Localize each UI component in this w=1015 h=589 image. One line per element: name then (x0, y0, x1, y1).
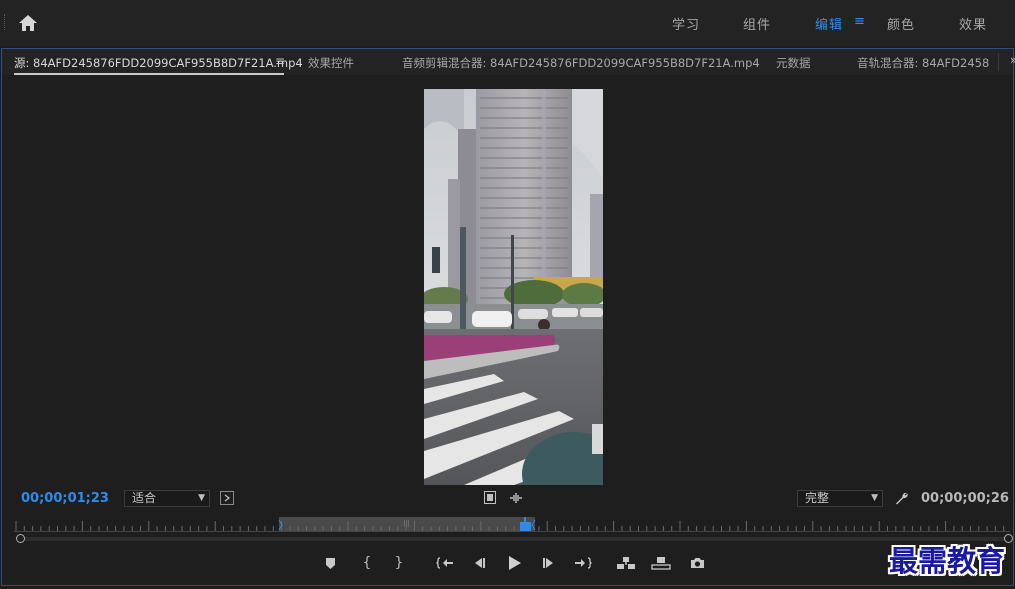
camera-icon (690, 558, 704, 568)
street-scene-image (424, 89, 603, 485)
insert-button[interactable] (615, 554, 637, 572)
fit-dropdown[interactable]: 适合 ▼ (124, 490, 210, 507)
step-back-button[interactable] (470, 555, 488, 571)
go-to-out-button[interactable] (572, 555, 594, 571)
mark-out-button[interactable]: } (391, 554, 407, 572)
zoom-handle-right[interactable] (1004, 534, 1013, 543)
current-timecode[interactable]: 00;00;01;23 (21, 491, 109, 506)
settings-button[interactable] (894, 490, 910, 506)
go-to-in-icon (436, 557, 453, 569)
workspace-learning[interactable]: 学习 (672, 14, 700, 33)
wrench-icon (896, 492, 908, 505)
time-ruler[interactable] (14, 514, 1010, 532)
zoom-handle-left[interactable] (16, 534, 25, 543)
overwrite-button[interactable] (650, 554, 672, 572)
waveform-icon (510, 492, 522, 503)
insert-icon (617, 557, 635, 569)
workspace-assembly[interactable]: 组件 (743, 14, 771, 33)
tab-audio-clip-mixer[interactable]: 音频剪辑混合器: 84AFD245876FDD2099CAF955B8D7F21… (402, 55, 760, 71)
ruler-ticks (15, 514, 1005, 531)
tab-divider (998, 53, 999, 71)
duration-timecode: 00;00;00;26 (921, 491, 1009, 506)
drag-audio-only-button[interactable] (507, 490, 525, 505)
play-button[interactable] (505, 554, 523, 572)
go-to-in-button[interactable] (434, 555, 456, 571)
home-icon (19, 15, 37, 31)
step-back-icon (475, 558, 485, 568)
tab-menu-icon[interactable]: ≡ (275, 54, 285, 68)
step-forward-button[interactable] (540, 555, 558, 571)
resolution-label: 完整 (805, 491, 830, 505)
tab-audio-track-mixer[interactable]: 音轨混合器: 84AFD2458 (857, 55, 989, 71)
drag-handle-icon (224, 494, 230, 502)
drag-video-button[interactable] (220, 491, 234, 505)
mark-in-icon: { (362, 555, 372, 571)
chevron-down-icon: ▼ (198, 493, 205, 503)
add-marker-icon (325, 557, 335, 569)
step-forward-icon (543, 558, 553, 568)
tab-effect-controls[interactable]: 效果控件 (308, 55, 354, 71)
go-to-out-icon (575, 557, 592, 569)
tab-metadata[interactable]: 元数据 (776, 55, 811, 71)
export-frame-button[interactable] (688, 555, 706, 571)
ruler-baseline (14, 531, 1010, 532)
chevron-down-icon: ▼ (871, 493, 878, 503)
home-button[interactable] (10, 8, 46, 38)
video-preview-frame (424, 89, 603, 485)
workspace-color[interactable]: 颜色 (887, 14, 915, 33)
film-icon (484, 491, 496, 504)
tab-source[interactable]: 源: 84AFD245876FDD2099CAF955B8D7F21A.mp4 (14, 55, 303, 71)
overwrite-icon (651, 557, 671, 570)
panel-tab-bar: 源: 84AFD245876FDD2099CAF955B8D7F21A.mp4 … (2, 49, 1015, 75)
play-icon (508, 556, 521, 570)
workspace-effects[interactable]: 效果 (959, 14, 987, 33)
watermark-logo: 最需教育 (889, 544, 1006, 578)
workspace-menu-icon[interactable]: ≡ (854, 14, 865, 29)
workspace-editing[interactable]: 编辑 (815, 14, 843, 33)
panel-grip[interactable] (4, 14, 7, 30)
active-tab-indicator (14, 73, 284, 75)
playback-resolution-dropdown[interactable]: 完整 ▼ (797, 490, 883, 507)
mark-out-icon: } (394, 555, 404, 571)
fit-dropdown-label: 适合 (132, 491, 157, 505)
drag-video-only-button[interactable] (482, 490, 498, 505)
add-marker-button[interactable] (323, 555, 337, 571)
workspace-bar: 学习 组件 编辑 ≡ 颜色 效果 (0, 0, 1015, 46)
more-tabs-icon[interactable]: » (1010, 53, 1015, 67)
zoom-scrollbar[interactable] (20, 537, 1008, 541)
mark-in-button[interactable]: { (359, 554, 375, 572)
